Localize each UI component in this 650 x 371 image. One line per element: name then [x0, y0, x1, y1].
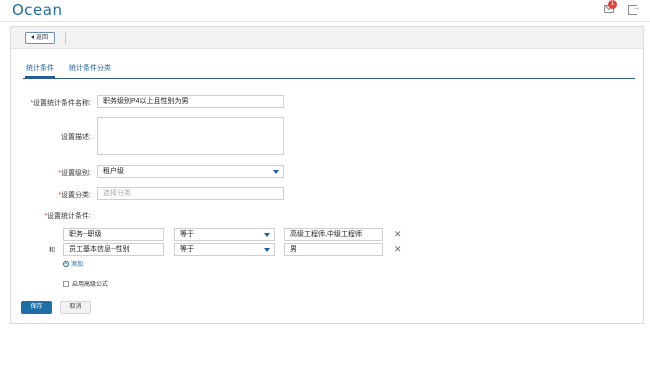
category-select[interactable]: 选择分类 — [97, 187, 284, 200]
logout-icon[interactable] — [628, 3, 640, 15]
add-condition-button[interactable]: + 添加 — [63, 259, 83, 268]
chevron-down-icon — [264, 233, 270, 237]
main-panel: 返回 统计条件 统计条件分类 *设置统计条件名称: 职务级别P4以上且性别为男 … — [10, 26, 644, 324]
description-label: 设置描述: — [61, 134, 91, 141]
remove-condition-1-icon[interactable]: ✕ — [394, 230, 402, 239]
level-label-text: 设置级别: — [61, 170, 91, 177]
notification-badge: 1 — [608, 0, 617, 9]
app-header: Ocean 1 — [0, 0, 650, 22]
tab-conditions[interactable]: 统计条件 — [25, 63, 55, 78]
level-select-value: 租户级 — [103, 168, 124, 175]
condition-value-2[interactable]: 男 — [284, 243, 383, 256]
remove-condition-2-icon[interactable]: ✕ — [394, 245, 402, 254]
plus-circle-icon: + — [63, 261, 69, 268]
description-textarea[interactable] — [97, 117, 284, 155]
condition-operator-2-value: 等于 — [180, 246, 194, 253]
app-logo: Ocean — [12, 1, 63, 19]
level-select[interactable]: 租户级 — [97, 165, 284, 178]
advanced-formula-label: 启用高级公式 — [72, 282, 109, 288]
cancel-button[interactable]: 取消 — [60, 301, 91, 314]
condition-value-1[interactable]: 高级工程师,中级工程师 — [284, 228, 383, 241]
chevron-down-icon — [264, 248, 270, 252]
conditions-label: *设置统计条件: — [44, 213, 91, 220]
condition-connector: 和 — [49, 248, 56, 254]
condition-operator-1-value: 等于 — [180, 231, 194, 238]
save-button[interactable]: 保存 — [21, 301, 52, 314]
condition-operator-2[interactable]: 等于 — [174, 243, 275, 256]
advanced-formula-checkbox[interactable] — [63, 281, 69, 288]
condition-operator-1[interactable]: 等于 — [174, 228, 275, 241]
chevron-down-icon — [273, 170, 279, 174]
category-label: *设置分类: — [58, 192, 91, 199]
toolbar: 返回 — [11, 27, 643, 49]
condition-field-2[interactable]: 员工基本信息--性别 — [63, 243, 164, 256]
tab-condition-categories[interactable]: 统计条件分类 — [69, 63, 111, 78]
condition-field-1[interactable]: 职务--职级 — [63, 228, 164, 241]
back-arrow-icon — [31, 35, 34, 40]
name-label-text: 设置统计条件名称: — [33, 100, 91, 107]
toolbar-divider — [65, 32, 66, 44]
add-condition-label: 添加 — [71, 262, 84, 268]
level-label: *设置级别: — [58, 170, 91, 177]
category-label-text: 设置分类: — [61, 192, 91, 199]
advanced-formula-option[interactable]: 启用高级公式 — [63, 279, 108, 288]
back-button-label: 返回 — [36, 35, 49, 41]
condition-name-input[interactable]: 职务级别P4以上且性别为男 — [97, 95, 284, 108]
back-button[interactable]: 返回 — [25, 32, 55, 44]
name-label: *设置统计条件名称: — [30, 100, 91, 107]
conditions-label-text: 设置统计条件: — [47, 213, 91, 220]
tab-bar: 统计条件 统计条件分类 — [23, 63, 635, 79]
